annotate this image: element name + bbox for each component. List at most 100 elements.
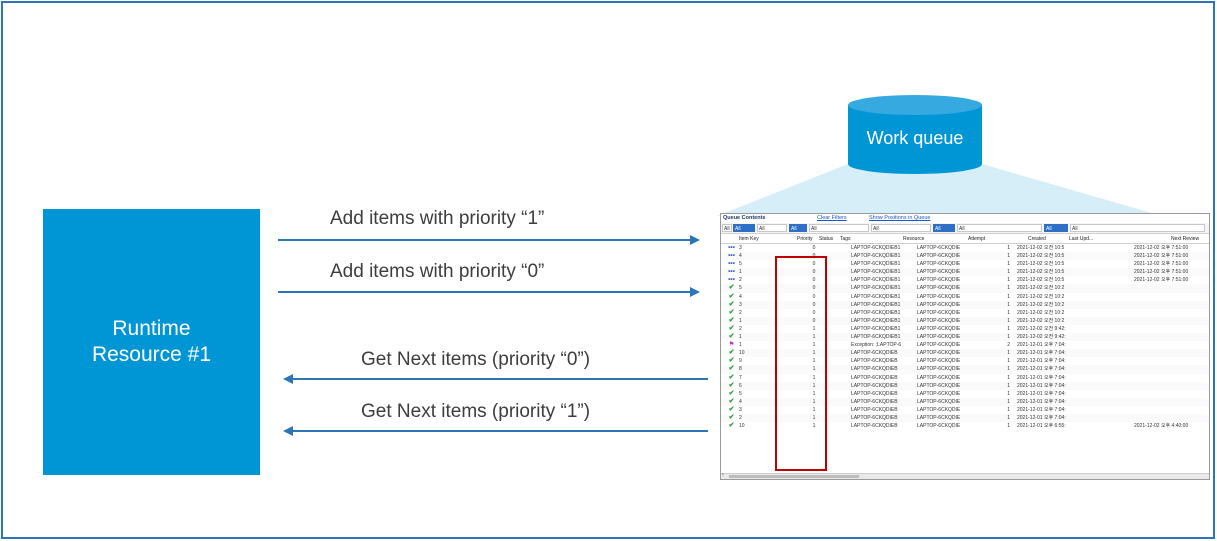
cell-tags: LAPTOP-6CKQDIEB1 (851, 334, 901, 341)
filter-attempt[interactable]: All (933, 224, 955, 232)
cell-resource: LAPTOP-6CKQDIE (917, 350, 961, 357)
cell-tags: LAPTOP-6CKQDIEB1 (851, 325, 901, 332)
cell-attempt: 1 (1007, 423, 1010, 430)
cell-attempt: 1 (1007, 309, 1010, 316)
cell-created: 2021-12-02 오전 9:42: (1017, 334, 1066, 341)
queue-title: Queue Contents (723, 215, 766, 221)
cell-resource: LAPTOP-6CKQDIE (917, 325, 961, 332)
cell-key: 2 (739, 309, 742, 316)
filter-created[interactable]: All (957, 224, 1042, 232)
checkmark-icon: ✔ (728, 397, 735, 405)
horizontal-scrollbar[interactable]: ‹ (721, 472, 1209, 479)
filter-status[interactable]: All (789, 224, 807, 232)
cell-key: 4 (739, 293, 742, 300)
cell-resource: LAPTOP-6CKQDIE (917, 423, 961, 430)
cell-key: 1 (739, 317, 742, 324)
cell-created: 2021-12-02 오전 10:5 (1017, 253, 1065, 260)
scroll-left-icon[interactable]: ‹ (722, 472, 724, 478)
col-priority[interactable]: Priority (797, 234, 813, 244)
col-resource[interactable]: Resource (903, 234, 924, 244)
cell-key: 7 (739, 374, 742, 381)
scrollbar-thumb[interactable] (729, 475, 859, 478)
cell-tags: LAPTOP-6CKQDIEB1 (851, 309, 901, 316)
cell-tags: LAPTOP-6CKQDIEB1 (851, 253, 901, 260)
checkmark-icon: ✔ (728, 405, 735, 413)
pending-icon: ••• (728, 260, 735, 268)
checkmark-icon: ✔ (728, 308, 735, 316)
col-attempt[interactable]: Attempt (968, 234, 985, 244)
clear-filters-link[interactable]: Clear Filters (817, 214, 847, 223)
filter-tags[interactable]: All (809, 224, 869, 232)
filter-last-updated[interactable]: All (1044, 224, 1068, 232)
cell-resource: LAPTOP-6CKQDIE (917, 317, 961, 324)
cell-tags: LAPTOP-6CKQDIEB (851, 398, 898, 405)
cell-attempt: 2 (1007, 342, 1010, 349)
cell-created: 2021-12-01 오후 7:04: (1017, 358, 1066, 365)
cell-resource: LAPTOP-6CKQDIE (917, 374, 961, 381)
cell-created: 2021-12-01 오후 7:04: (1017, 398, 1066, 405)
cell-key: 3 (739, 301, 742, 308)
cell-resource: LAPTOP-6CKQDIE (917, 398, 961, 405)
cell-attempt: 1 (1007, 350, 1010, 357)
cell-tags: LAPTOP-6CKQDIEB1 (851, 261, 901, 268)
cell-key: 4 (739, 253, 742, 260)
cell-tags: LAPTOP-6CKQDIEB1 (851, 277, 901, 284)
checkmark-icon: ✔ (728, 300, 735, 308)
work-queue-label: Work queue (866, 128, 964, 148)
filter-item-key[interactable]: All (733, 224, 755, 232)
filter-resource[interactable]: All (871, 224, 931, 232)
filter-icon[interactable]: All (722, 224, 732, 232)
label-add-priority-1: Add items with priority “1” (330, 208, 545, 229)
filter-priority[interactable]: All (757, 224, 787, 232)
checkmark-icon: ✔ (728, 389, 735, 397)
cell-tags: Exception: ;LAPTOP-6 (851, 342, 902, 349)
cell-key: 2 (739, 325, 742, 332)
cell-key: 5 (739, 285, 742, 292)
cell-tags: LAPTOP-6CKQDIEB1 (851, 269, 901, 276)
queue-toolbar: Queue Contents Clear Filters Show Positi… (721, 214, 1209, 223)
cell-attempt: 1 (1007, 374, 1010, 381)
col-item-key[interactable]: Item Key (739, 234, 759, 244)
show-positions-link[interactable]: Show Positions in Queue (869, 214, 930, 223)
cell-created: 2021-12-01 오후 7:04: (1017, 374, 1066, 381)
pending-icon: ••• (728, 268, 735, 276)
cell-key: 5 (739, 390, 742, 397)
cell-priority: 0 (812, 245, 816, 251)
cell-attempt: 1 (1007, 261, 1010, 268)
cell-next-review: 2021-12-02 오후 7:51:00 (1134, 253, 1189, 260)
col-status[interactable]: Status (819, 234, 833, 244)
col-tags[interactable]: Tags (840, 234, 851, 244)
cell-key: 5 (739, 261, 742, 268)
cell-tags: LAPTOP-6CKQDIEB (851, 390, 898, 397)
cell-next-review: 2021-12-02 오후 4:40:00 (1134, 423, 1189, 430)
cell-next-review: 2021-12-02 오후 7:51:00 (1134, 261, 1189, 268)
cell-attempt: 1 (1007, 325, 1010, 332)
filter-next-review[interactable]: All (1070, 224, 1205, 232)
checkmark-icon: ✔ (728, 349, 735, 357)
cell-created: 2021-12-01 오후 7:04: (1017, 414, 1066, 421)
label-add-priority-0: Add items with priority “0” (330, 261, 545, 282)
checkmark-icon: ✔ (728, 316, 735, 324)
col-last-updated[interactable]: Last Upd... (1069, 234, 1093, 244)
pending-icon: ••• (728, 276, 735, 284)
cell-resource: LAPTOP-6CKQDIE (917, 366, 961, 373)
col-next-review[interactable]: Next Review (1171, 234, 1199, 244)
cell-key: 4 (739, 398, 742, 405)
pending-icon: ••• (728, 244, 735, 251)
filter-bar: All All All All All All All All All All (721, 223, 1209, 234)
cell-attempt: 1 (1007, 245, 1010, 251)
cell-resource: LAPTOP-6CKQDIE (917, 406, 961, 413)
col-created[interactable]: Created (1028, 234, 1046, 244)
cell-attempt: 1 (1007, 398, 1010, 405)
cell-tags: LAPTOP-6CKQDIEB (851, 414, 898, 421)
priority-highlight-box (775, 256, 827, 471)
cell-tags: LAPTOP-6CKQDIEB1 (851, 245, 901, 251)
cell-tags: LAPTOP-6CKQDIEB (851, 406, 898, 413)
cell-created: 2021-12-02 오전 10:2 (1017, 301, 1065, 308)
cell-attempt: 1 (1007, 253, 1010, 260)
table-row[interactable]: ••• 3 0 LAPTOP-6CKQDIEB1 LAPTOP-6CKQDIE 1 2021… (721, 244, 1209, 252)
cell-created: 2021-12-02 오전 10:2 (1017, 285, 1065, 292)
cell-attempt: 1 (1007, 301, 1010, 308)
cell-created: 2021-12-02 오전 9:42: (1017, 325, 1066, 332)
cell-attempt: 1 (1007, 382, 1010, 389)
